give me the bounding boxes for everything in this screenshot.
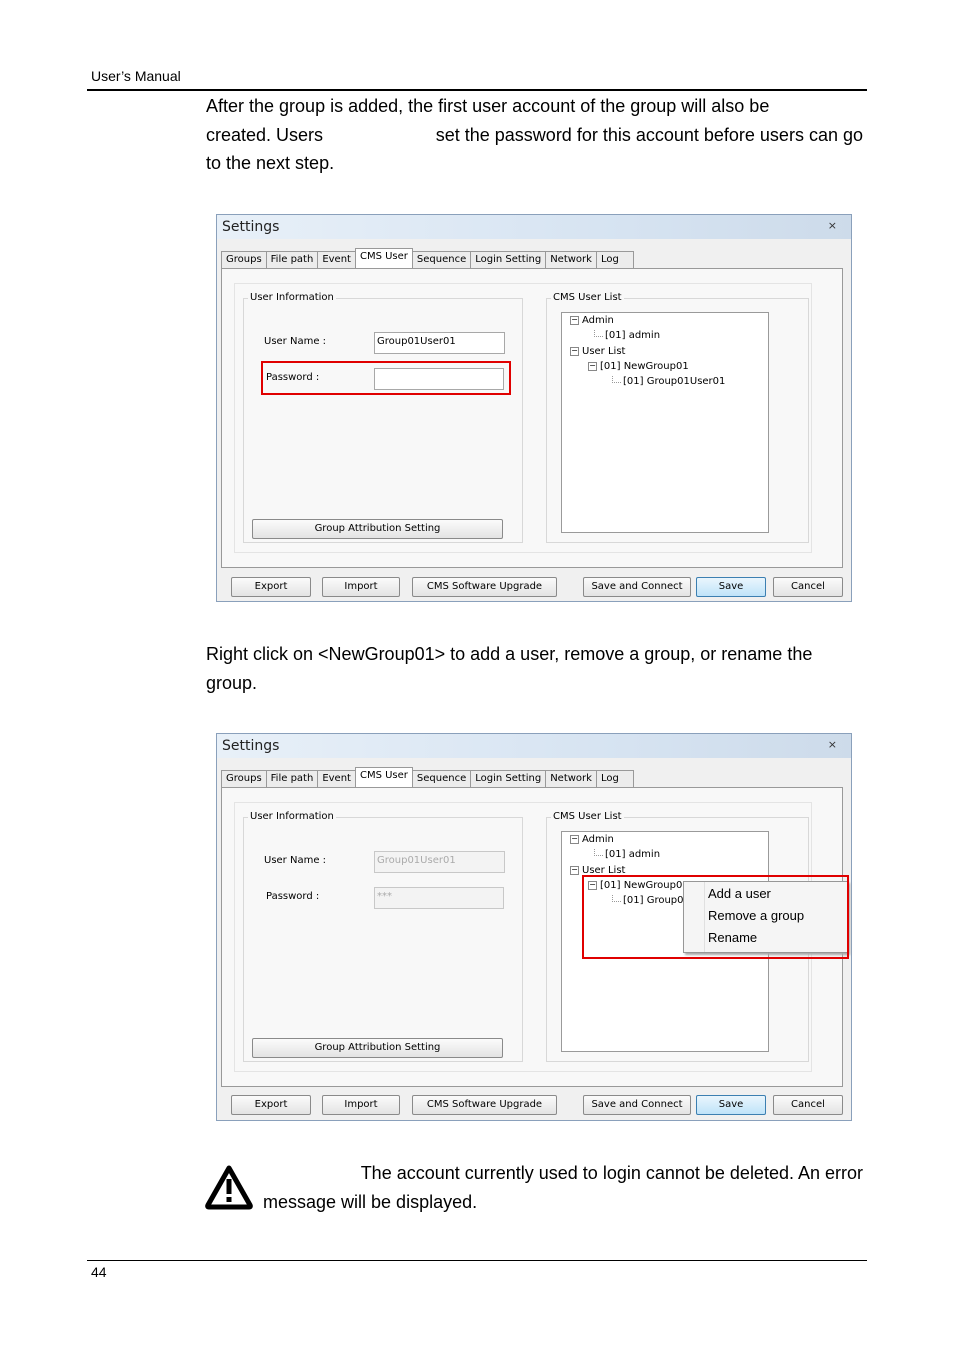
user-information-label: User Information xyxy=(248,292,336,303)
password-highlight-box xyxy=(261,361,511,395)
intro-line-2: created. Users set the password for this… xyxy=(206,121,863,150)
tree-line-icon xyxy=(612,376,621,383)
intro-line-3: to the next step. xyxy=(206,153,335,173)
cancel-button[interactable]: Cancel xyxy=(773,577,843,597)
save-button[interactable]: Save xyxy=(696,577,766,597)
footer-rule xyxy=(87,1260,867,1261)
password-field: *** xyxy=(374,887,504,909)
note-line-1: The account currently used to login cann… xyxy=(360,1163,863,1183)
dialog-title: Settings xyxy=(222,738,280,754)
tree-node-admin-user[interactable]: [01] admin xyxy=(594,849,660,860)
page-number: 44 xyxy=(91,1264,107,1280)
password-label: Password : xyxy=(266,891,320,902)
tab-login-setting[interactable]: Login Setting xyxy=(470,251,547,268)
tree-node-admin[interactable]: − Admin xyxy=(570,834,614,845)
tab-cms-user[interactable]: CMS User xyxy=(354,767,413,788)
user-name-label: User Name : xyxy=(264,336,327,347)
intro-line-1: After the group is added, the first user… xyxy=(206,96,770,116)
tree-node-admin[interactable]: − Admin xyxy=(570,315,614,326)
collapse-icon[interactable]: − xyxy=(570,834,579,844)
cms-user-list-label: CMS User List xyxy=(551,811,624,822)
import-button[interactable]: Import xyxy=(322,577,400,597)
right-click-line-2: group. xyxy=(206,672,258,693)
warning-icon xyxy=(204,1164,254,1215)
tab-network[interactable]: Network xyxy=(545,251,597,268)
user-information-label: User Information xyxy=(248,811,336,822)
running-header: User’s Manual xyxy=(91,68,181,84)
tree-node-admin-user[interactable]: [01] admin xyxy=(594,330,660,341)
group-attribution-button[interactable]: Group Attribution Setting xyxy=(252,519,503,539)
settings-dialog-1: Settings × Groups File path Event CMS Us… xyxy=(216,214,852,602)
tab-log[interactable]: Log xyxy=(595,770,634,787)
collapse-icon[interactable]: − xyxy=(570,315,579,325)
context-menu-highlight-box xyxy=(582,875,849,959)
collapse-icon[interactable]: − xyxy=(570,865,579,875)
tab-login-setting[interactable]: Login Setting xyxy=(470,770,547,787)
intro-line-2b: set the password for this account before… xyxy=(435,124,863,145)
user-tree[interactable]: − Admin [01] admin − User List − [01] NewGr… xyxy=(561,312,769,533)
close-icon[interactable]: × xyxy=(828,219,837,232)
tab-strip: Groups File path Event CMS User Sequence… xyxy=(221,248,634,269)
header-rule xyxy=(87,89,867,91)
tab-panel: User Information User Name : Group01User… xyxy=(221,268,843,568)
right-click-line-1: Right click on <NewGroup01> to add a use… xyxy=(206,644,813,664)
user-name-field: Group01User01 xyxy=(374,851,505,873)
group-attribution-button[interactable]: Group Attribution Setting xyxy=(252,1038,503,1058)
collapse-icon[interactable]: − xyxy=(570,346,579,356)
intro-paragraph: After the group is added, the first user… xyxy=(206,92,863,178)
cms-software-upgrade-button[interactable]: CMS Software Upgrade xyxy=(412,1095,557,1115)
collapse-icon[interactable]: − xyxy=(588,361,597,371)
dialog-titlebar: Settings × xyxy=(217,734,851,758)
tree-line-icon xyxy=(594,849,603,856)
tree-node-user-list[interactable]: − User List xyxy=(570,346,625,357)
intro-line-2a: created. Users xyxy=(206,124,324,145)
import-button[interactable]: Import xyxy=(322,1095,400,1115)
export-button[interactable]: Export xyxy=(231,1095,311,1115)
tree-line-icon xyxy=(594,330,603,337)
note-line-2: message will be displayed. xyxy=(263,1192,478,1212)
save-and-connect-button[interactable]: Save and Connect xyxy=(583,577,691,597)
tab-groups[interactable]: Groups xyxy=(221,251,267,268)
close-icon[interactable]: × xyxy=(828,738,837,751)
tab-file-path[interactable]: File path xyxy=(265,251,319,268)
dialog-titlebar: Settings × xyxy=(217,215,851,239)
tab-cms-user[interactable]: CMS User xyxy=(354,248,413,269)
dialog-title: Settings xyxy=(222,219,280,235)
cancel-button[interactable]: Cancel xyxy=(773,1095,843,1115)
tab-sequence[interactable]: Sequence xyxy=(411,251,472,268)
export-button[interactable]: Export xyxy=(231,577,311,597)
tab-network[interactable]: Network xyxy=(545,770,597,787)
tab-event[interactable]: Event xyxy=(317,770,356,787)
tab-groups[interactable]: Groups xyxy=(221,770,267,787)
tab-log[interactable]: Log xyxy=(595,251,634,268)
tree-node-group-user[interactable]: [01] Group01User01 xyxy=(612,376,725,387)
cms-user-list-label: CMS User List xyxy=(551,292,624,303)
user-name-field[interactable]: Group01User01 xyxy=(374,332,505,354)
tab-sequence[interactable]: Sequence xyxy=(411,770,472,787)
tab-file-path[interactable]: File path xyxy=(265,770,319,787)
tree-node-newgroup01[interactable]: − [01] NewGroup01 xyxy=(588,361,689,372)
tab-strip: Groups File path Event CMS User Sequence… xyxy=(221,767,634,788)
right-click-paragraph: Right click on <NewGroup01> to add a use… xyxy=(206,640,863,697)
user-name-label: User Name : xyxy=(264,855,327,866)
cms-software-upgrade-button[interactable]: CMS Software Upgrade xyxy=(412,577,557,597)
save-button[interactable]: Save xyxy=(696,1095,766,1115)
tab-event[interactable]: Event xyxy=(317,251,356,268)
save-and-connect-button[interactable]: Save and Connect xyxy=(583,1095,691,1115)
